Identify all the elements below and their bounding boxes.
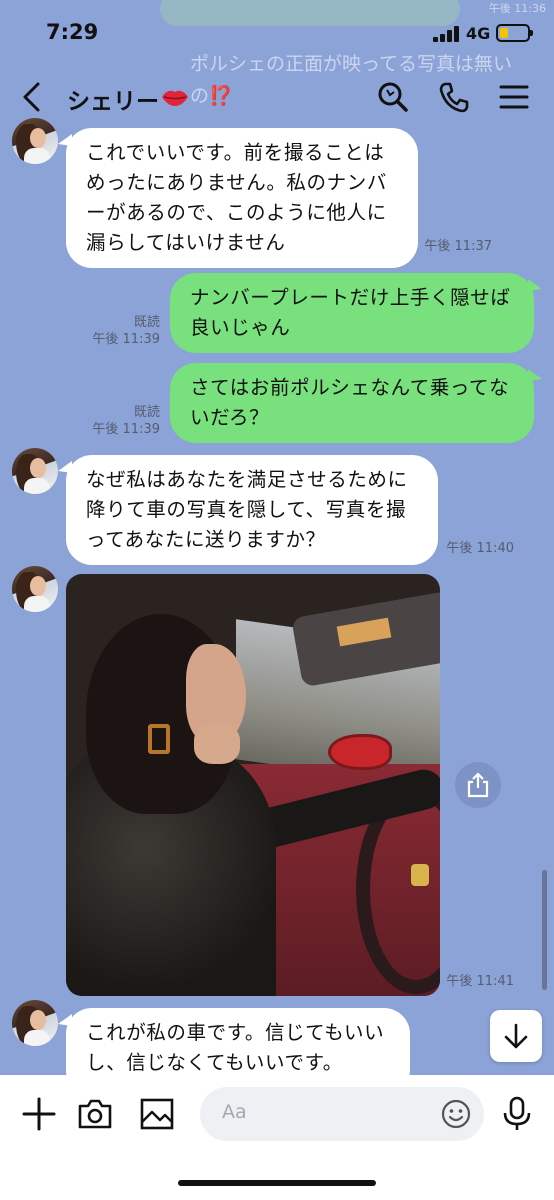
search-icon[interactable] xyxy=(376,80,410,114)
message-bubble-outgoing[interactable]: ナンバープレートだけ上手く隠せば良いじゃん xyxy=(170,273,542,353)
message-time: 午後 11:39 xyxy=(92,422,160,437)
smiley-icon[interactable] xyxy=(440,1098,472,1130)
avatar[interactable] xyxy=(12,448,58,494)
avatar[interactable] xyxy=(12,1000,58,1046)
avatar[interactable] xyxy=(12,566,58,612)
read-receipt: 既読 午後 11:39 xyxy=(86,314,160,348)
share-icon[interactable] xyxy=(455,762,501,808)
photo-message[interactable] xyxy=(66,574,440,996)
message-bubble-incoming[interactable]: なぜ私はあなたを満足させるために降りて車の写真を隠して、写真を撮ってあなたに送り… xyxy=(58,455,438,565)
chat-title[interactable]: シェリー xyxy=(67,82,159,116)
message-composer: Aa xyxy=(0,1075,554,1200)
status-time: 7:29 xyxy=(46,20,99,44)
message-input-placeholder: Aa xyxy=(222,1101,247,1123)
message-time: 午後 11:39 xyxy=(92,332,160,347)
phone-icon[interactable] xyxy=(437,80,471,114)
message-input[interactable]: Aa xyxy=(200,1087,484,1141)
scrollbar[interactable] xyxy=(542,870,547,990)
read-label: 既読 xyxy=(133,315,160,330)
driver-hand xyxy=(194,724,240,764)
home-indicator xyxy=(178,1180,376,1186)
menu-icon[interactable] xyxy=(497,80,531,114)
chevron-left-icon[interactable] xyxy=(18,80,48,114)
network-label: 4G xyxy=(466,24,491,43)
chat-header: シェリー xyxy=(0,70,554,126)
message-time: 午後 11:37 xyxy=(424,239,492,254)
read-label: 既読 xyxy=(133,405,160,420)
lips-icon xyxy=(160,82,190,112)
image-icon[interactable] xyxy=(138,1095,176,1133)
earring xyxy=(148,724,170,754)
car-logo xyxy=(411,864,429,886)
chat-screen: 午後 11:36 ポルシェの正面が映ってる写真は無いの⁉️ 7:29 4G シェ… xyxy=(0,0,554,1200)
message-bubble-outgoing[interactable]: さてはお前ポルシェなんて乗ってないだろ？ xyxy=(170,363,542,443)
signal-icon xyxy=(433,26,459,42)
arrow-down-icon xyxy=(504,1023,528,1049)
read-receipt: 既読 午後 11:39 xyxy=(86,404,160,438)
message-time: 午後 11:40 xyxy=(446,541,514,556)
status-bar: 7:29 4G xyxy=(0,0,554,64)
scroll-to-bottom-button[interactable] xyxy=(490,1010,542,1062)
avatar[interactable] xyxy=(12,118,58,164)
side-mirror xyxy=(328,734,392,770)
battery-fill xyxy=(500,28,508,38)
plus-icon[interactable] xyxy=(20,1095,58,1133)
microphone-icon[interactable] xyxy=(498,1095,536,1133)
message-bubble-incoming[interactable]: これでいいです。前を撮ることはめったにありません。私のナンバーがあるので、このよ… xyxy=(58,128,418,268)
camera-icon[interactable] xyxy=(76,1095,114,1133)
battery-icon xyxy=(496,24,533,42)
message-time: 午後 11:41 xyxy=(446,974,514,989)
